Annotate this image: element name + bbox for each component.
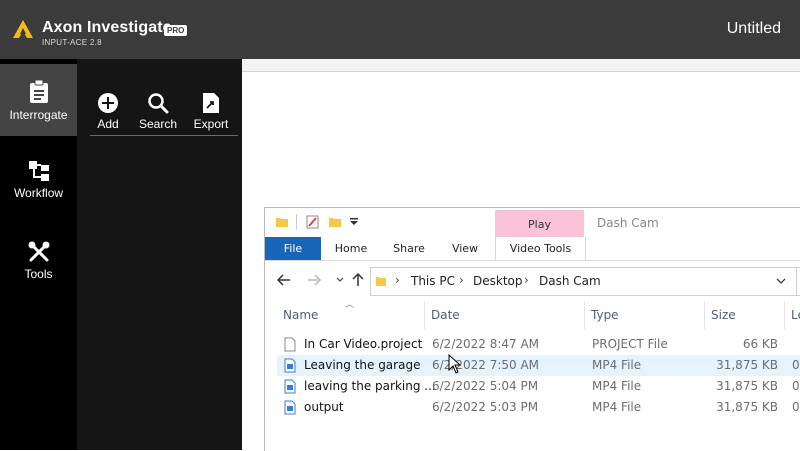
- nav-item-interrogate[interactable]: Interrogate: [0, 64, 77, 136]
- add-circle-icon: [98, 93, 118, 113]
- address-folder-icon: [376, 277, 386, 286]
- forward-arrow-icon[interactable]: [305, 271, 323, 289]
- column-header-type[interactable]: Type: [591, 308, 619, 322]
- file-name: Leaving the garage: [304, 358, 421, 372]
- file-length: 00: [792, 379, 800, 393]
- file-name: leaving the parking ...: [304, 379, 436, 393]
- mouse-cursor-icon: [448, 354, 462, 374]
- tab-file[interactable]: File: [265, 237, 321, 260]
- breadcrumb-separator-icon: ›: [459, 273, 464, 287]
- breadcrumb-this-pc[interactable]: This PC: [411, 274, 455, 288]
- file-date: 6/2/2022 8:47 AM: [432, 337, 540, 351]
- file-row[interactable]: leaving the parking ... 6/2/2022 5:04 PM…: [277, 376, 800, 397]
- file-row[interactable]: Leaving the garage 6/2/2022 7:50 AM MP4 …: [277, 355, 800, 376]
- address-dropdown-icon[interactable]: [776, 277, 786, 285]
- up-arrow-icon[interactable]: [349, 271, 367, 289]
- column-divider[interactable]: [424, 301, 425, 329]
- play-contextual-label: Play: [495, 210, 584, 238]
- column-header-size[interactable]: Size: [711, 308, 736, 322]
- nav-item-tools[interactable]: Tools: [0, 225, 77, 297]
- app-header: Axon Investigate PRO INPUT-ACE 2.8 Untit…: [0, 0, 800, 59]
- tab-share[interactable]: Share: [385, 237, 433, 260]
- back-arrow-icon[interactable]: [275, 271, 293, 289]
- file-row[interactable]: In Car Video.project 6/2/2022 8:47 AM PR…: [277, 334, 800, 355]
- video-file-icon: [284, 400, 296, 415]
- search-button[interactable]: Search: [133, 92, 183, 131]
- ribbon-tabs: File Home Share View Video Tools: [265, 237, 800, 261]
- sort-ascending-icon: ︿: [345, 300, 355, 310]
- file-size: 31,875 KB: [716, 400, 778, 414]
- file-row[interactable]: output 6/2/2022 5:03 PM MP4 File 31,875 …: [277, 397, 800, 418]
- properties-icon[interactable]: [306, 215, 319, 229]
- toolbar-divider: [90, 135, 238, 136]
- export-label: Export: [193, 117, 229, 131]
- breadcrumb-separator-icon: ›: [395, 273, 400, 287]
- search-icon: [148, 93, 169, 114]
- column-headers: Name ︿ Date Type Size Le: [265, 300, 800, 330]
- export-button[interactable]: Export: [186, 92, 236, 131]
- nav-label-workflow: Workflow: [13, 186, 64, 200]
- address-row: › This PC › Desktop › Dash Cam: [265, 266, 800, 296]
- document-icon: [284, 337, 296, 352]
- file-type: MP4 File: [592, 358, 642, 372]
- file-name: In Car Video.project: [304, 337, 423, 351]
- video-file-icon: [284, 358, 296, 373]
- workflow-icon: [28, 161, 49, 181]
- clipboard-icon: [29, 80, 48, 103]
- pro-badge: PRO: [164, 25, 188, 36]
- file-type: MP4 File: [592, 379, 642, 393]
- column-divider[interactable]: [584, 301, 585, 329]
- file-size: 31,875 KB: [716, 358, 778, 372]
- nav-item-workflow[interactable]: Workflow: [0, 144, 77, 216]
- breadcrumb-separator-icon: ›: [524, 273, 529, 287]
- workspace-top-strip: [242, 59, 800, 72]
- document-title[interactable]: Untitled: [727, 20, 781, 38]
- qa-separator: [296, 214, 297, 230]
- export-icon: [203, 93, 219, 113]
- axon-logo-icon: [13, 20, 33, 38]
- file-size: 31,875 KB: [716, 379, 778, 393]
- file-size: 66 KB: [742, 337, 778, 351]
- window-title: Dash Cam: [597, 216, 659, 230]
- new-folder-icon[interactable]: [328, 216, 342, 228]
- recent-locations-chevron-icon[interactable]: [331, 271, 349, 289]
- file-length: 00: [792, 358, 800, 372]
- tab-video-tools[interactable]: Video Tools: [495, 237, 586, 260]
- file-type: PROJECT File: [592, 337, 668, 351]
- file-explorer-window: Play Dash Cam File Home Share View Video…: [264, 207, 800, 451]
- file-name: output: [304, 400, 344, 414]
- column-header-name[interactable]: Name: [283, 308, 318, 322]
- tools-icon: [28, 241, 49, 262]
- video-file-icon: [284, 379, 296, 394]
- column-divider[interactable]: [784, 301, 785, 329]
- folder-icon[interactable]: [275, 216, 289, 228]
- nav-label-tools: Tools: [24, 267, 53, 281]
- tab-view[interactable]: View: [441, 237, 489, 260]
- breadcrumb-desktop[interactable]: Desktop: [473, 274, 523, 288]
- file-type: MP4 File: [592, 400, 642, 414]
- app-version: INPUT-ACE 2.8: [42, 38, 102, 47]
- column-header-date[interactable]: Date: [431, 308, 460, 322]
- search-label: Search: [138, 117, 178, 131]
- address-divider: [796, 267, 797, 295]
- tool-panel: Add Search Export: [77, 59, 242, 450]
- file-date: 6/2/2022 5:03 PM: [432, 400, 539, 414]
- column-divider[interactable]: [704, 301, 705, 329]
- add-label: Add: [97, 117, 119, 131]
- file-length: 00: [792, 400, 800, 414]
- address-bar[interactable]: › This PC › Desktop › Dash Cam: [370, 267, 800, 296]
- add-button[interactable]: Add: [83, 92, 133, 131]
- customize-qa-icon[interactable]: [349, 218, 359, 226]
- app-title: Axon Investigate: [42, 19, 172, 36]
- column-header-length[interactable]: Le: [791, 308, 800, 322]
- tab-home[interactable]: Home: [327, 237, 375, 260]
- left-navigation: Interrogate Workflow Tools: [0, 59, 77, 450]
- file-date: 6/2/2022 5:04 PM: [432, 379, 539, 393]
- breadcrumb-dash-cam[interactable]: Dash Cam: [539, 274, 601, 288]
- nav-label-interrogate: Interrogate: [9, 108, 68, 122]
